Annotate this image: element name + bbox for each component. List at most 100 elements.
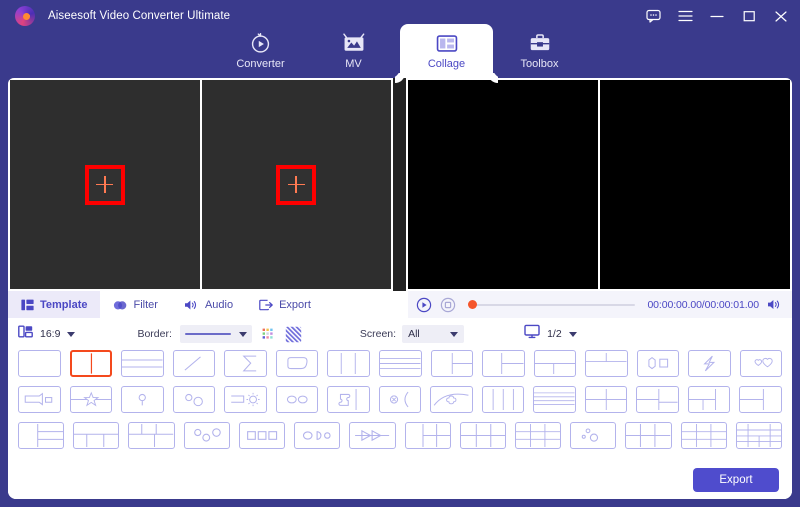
template-puzzle-piece[interactable] [327,386,370,413]
template-two-ovals[interactable] [276,386,319,413]
export-icon [259,299,273,311]
add-media-button-1[interactable] [85,165,125,205]
tab-mv-label: MV [345,58,362,70]
template-two-circles-small[interactable] [173,386,216,413]
subtab-export-label: Export [279,299,311,311]
template-grid [8,350,792,460]
main-body-panel: Template Filter Audio [8,78,792,499]
template-top-wide-three-bottom[interactable] [73,422,119,449]
volume-icon[interactable] [767,298,782,311]
window-controls [644,0,790,32]
chevron-down-icon[interactable] [450,332,458,337]
template-gear-and-arc[interactable] [379,386,422,413]
template-two-by-two-uneven[interactable] [405,422,451,449]
template-left-split-right-two[interactable] [482,350,525,377]
template-four-quad[interactable] [585,386,628,413]
template-top-two-bottom-wide[interactable] [585,350,628,377]
template-rounded-blob[interactable] [276,350,319,377]
screen-select[interactable]: All [402,325,464,343]
template-four-col-narrow[interactable] [482,386,525,413]
template-top-wide-bottom-two[interactable] [534,350,577,377]
minimize-icon[interactable] [708,7,726,25]
template-two-hearts[interactable] [740,350,783,377]
mv-icon [343,32,365,54]
template-left-wide-right-two[interactable] [636,386,679,413]
template-left-one-right-two[interactable] [18,422,64,449]
stripe-pattern-icon[interactable] [285,326,302,343]
template-quad-uneven[interactable] [460,422,506,449]
template-two-left-one-right[interactable] [739,386,782,413]
color-palette-icon[interactable] [260,326,277,343]
close-icon[interactable] [772,7,790,25]
tab-toolbox[interactable]: Toolbox [493,24,586,78]
template-hex-and-square[interactable] [637,350,680,377]
add-media-button-2[interactable] [276,165,316,205]
subtabs-row: Template Filter Audio [8,291,792,319]
app-window: Aiseesoft Video Converter Ultimate [0,0,800,507]
template-star-banner[interactable] [70,386,113,413]
template-balloon-shape[interactable] [121,386,164,413]
template-three-mixed-blocks[interactable] [688,386,731,413]
subtab-template-label: Template [40,299,87,311]
tab-mv[interactable]: MV [307,24,400,78]
play-circle-icon[interactable] [416,297,432,313]
subtabs: Template Filter Audio [8,291,408,318]
menu-icon[interactable] [676,7,694,25]
preview-cell-1 [408,80,598,289]
template-five-row-lines[interactable] [533,386,576,413]
plus-icon [288,176,305,193]
aspect-ratio-control[interactable]: 16:9 [18,324,75,344]
progress-knob[interactable] [468,300,477,309]
template-three-col[interactable] [327,350,370,377]
template-diagonal-split[interactable] [173,350,216,377]
template-six-grid[interactable] [625,422,671,449]
template-left-big-right-two[interactable] [431,350,474,377]
preview-row [8,78,792,291]
template-two-row-lines[interactable] [121,350,164,377]
template-complex-grid[interactable] [736,422,782,449]
template-nine-grid[interactable] [681,422,727,449]
feedback-icon[interactable] [644,7,662,25]
template-cloud-flower[interactable] [430,386,473,413]
subtab-template[interactable]: Template [8,291,100,318]
subtab-export[interactable]: Export [246,291,324,318]
template-three-top-two-bottom[interactable] [128,422,174,449]
page-value: 1/2 [547,328,562,340]
subtab-audio-label: Audio [205,299,233,311]
screen-label: Screen: [360,328,396,340]
tab-converter[interactable]: Converter [214,24,307,78]
subtab-filter[interactable]: Filter [100,291,170,318]
template-flag-and-gear[interactable] [224,386,267,413]
collage-cell-2[interactable] [200,80,392,289]
chevron-down-icon[interactable] [239,332,247,337]
template-row-2 [18,386,782,420]
export-button[interactable]: Export [693,468,779,492]
preview-output-panel [406,78,792,291]
template-three-squares[interactable] [239,422,285,449]
collage-cell-1[interactable] [10,80,200,289]
chevron-down-icon[interactable] [569,332,577,337]
playback-progress-slider[interactable] [468,291,635,318]
maximize-icon[interactable] [740,7,758,25]
template-row-1 [18,350,782,384]
template-six-grid-left[interactable] [515,422,561,449]
template-arrow-notch[interactable] [224,350,267,377]
template-megaphone[interactable] [18,386,61,413]
template-bubbles[interactable] [570,422,616,449]
border-control-group: Border: [137,325,301,343]
page-control[interactable]: 1/2 [524,324,577,344]
template-lightning-bolt[interactable] [688,350,731,377]
player-bar: 00:00:00.00/00:00:01.00 [408,291,792,318]
template-three-circles[interactable] [184,422,230,449]
border-style-select[interactable] [180,325,252,343]
tab-collage[interactable]: Collage [400,24,493,78]
chevron-down-icon[interactable] [67,332,75,337]
template-triple-arrow[interactable] [349,422,395,449]
template-oval-circle-row[interactable] [294,422,340,449]
template-three-row-lines[interactable] [379,350,422,377]
subtab-audio[interactable]: Audio [171,291,246,318]
template-two-col-split[interactable] [70,350,113,377]
border-line-sample [185,333,231,335]
template-single[interactable] [18,350,61,377]
stop-circle-icon[interactable] [440,297,456,313]
